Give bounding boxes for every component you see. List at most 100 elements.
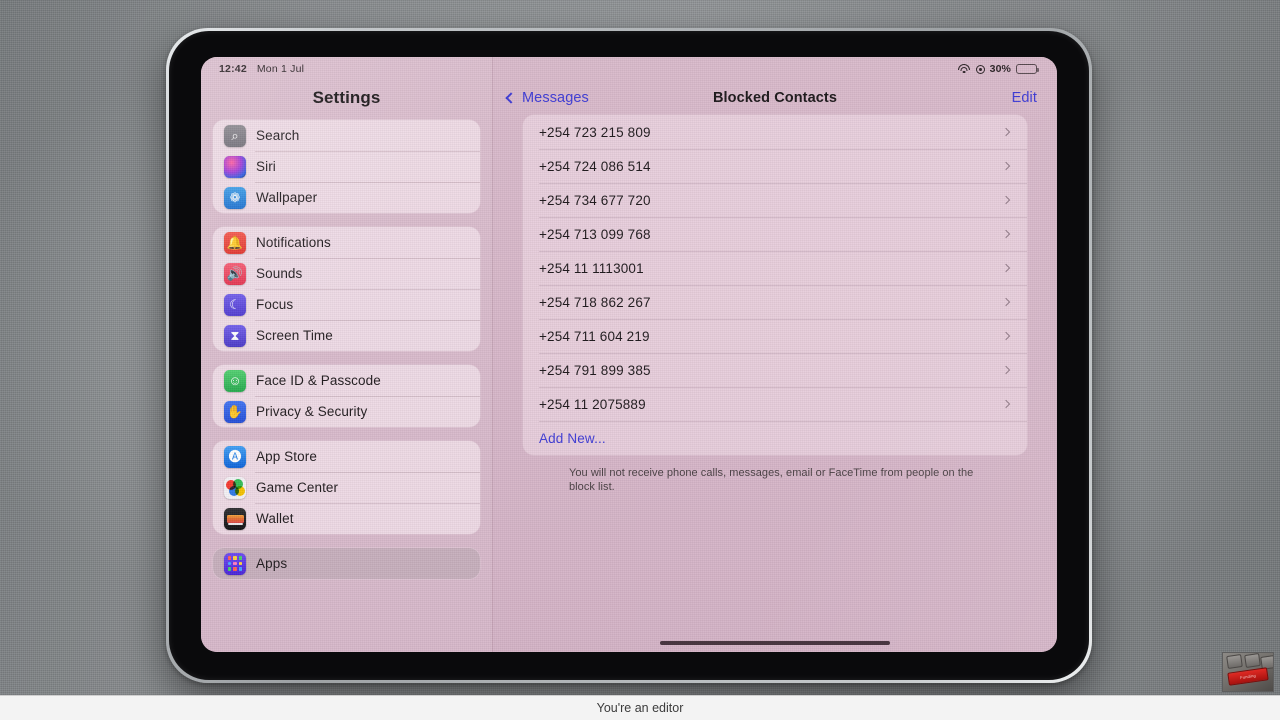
- blocked-contact-row[interactable]: +254 713 099 768: [523, 217, 1027, 251]
- red-key-shape: Funding: [1227, 667, 1269, 686]
- icon-glyph: ❁: [229, 190, 241, 205]
- wallpaper-icon: ❁: [224, 186, 246, 209]
- device-screen: 12:42 Mon 1 Jul Settings ⌕ Search Siri ❁ Wal…: [201, 57, 1057, 652]
- sidebar-item-label: Privacy & Security: [256, 404, 368, 419]
- status-bar-left: 12:42 Mon 1 Jul: [201, 57, 492, 81]
- chevron-right-icon: [1001, 297, 1011, 307]
- sidebar-group: Apps: [213, 548, 480, 579]
- sidebar-item-sounds[interactable]: 🔊 Sounds: [213, 258, 480, 289]
- chevron-right-icon: [1001, 399, 1011, 409]
- apps-grid-dots: [227, 556, 243, 571]
- sidebar-item-label: Focus: [256, 297, 294, 312]
- chevron-left-icon: [505, 92, 517, 104]
- add-new-label: Add New...: [539, 430, 606, 446]
- home-indicator[interactable]: [660, 641, 890, 645]
- sidebar-item-screen-time[interactable]: ⧗ Screen Time: [213, 320, 480, 351]
- chevron-right-icon: [1001, 263, 1011, 273]
- privacy-hand-icon: ✋: [224, 400, 246, 423]
- icon-glyph: ☾: [229, 297, 241, 312]
- sidebar-group: 🅐 App Store Game Center Wallet: [213, 441, 480, 534]
- device-bezel: 12:42 Mon 1 Jul Settings ⌕ Search Siri ❁ Wal…: [169, 31, 1089, 680]
- sidebar-item-search[interactable]: ⌕ Search: [213, 120, 480, 151]
- icon-glyph: 🅐: [228, 449, 242, 464]
- sidebar-item-label: Sounds: [256, 266, 303, 281]
- sounds-icon: 🔊: [224, 262, 246, 285]
- blocked-contact-row[interactable]: +254 11 1113001: [523, 251, 1027, 285]
- sidebar-item-apps[interactable]: Apps: [213, 548, 480, 579]
- back-button-messages[interactable]: Messages: [505, 90, 589, 106]
- game-center-icon: [224, 476, 246, 499]
- blocked-contact-number: +254 711 604 219: [539, 328, 650, 344]
- sidebar-item-notifications[interactable]: 🔔 Notifications: [213, 227, 480, 258]
- sidebar-group: 🔔 Notifications 🔊 Sounds ☾ Focus ⧗ Screen Time: [213, 227, 480, 351]
- wallet-card-line: [227, 522, 243, 525]
- icon-glyph: ☺: [228, 373, 242, 388]
- blocked-contact-number: +254 724 086 514: [539, 158, 651, 174]
- sidebar-item-app-store[interactable]: 🅐 App Store: [213, 441, 480, 472]
- icon-glyph: 🔔: [226, 235, 244, 250]
- apps-grid-icon: [224, 552, 246, 575]
- blocked-contact-row[interactable]: +254 791 899 385: [523, 353, 1027, 387]
- status-bar-right: 30%: [493, 57, 1057, 81]
- blocked-contact-number: +254 713 099 768: [539, 226, 651, 242]
- blocked-contact-number: +254 11 2075889: [539, 396, 646, 412]
- chevron-right-icon: [1001, 127, 1011, 137]
- blocked-contact-number: +254 723 215 809: [539, 124, 651, 140]
- icon-glyph: ✋: [226, 404, 244, 419]
- blocked-list-wrapper: +254 723 215 809 +254 724 086 514 +254 734…: [493, 115, 1057, 495]
- sidebar-group: ⌕ Search Siri ❁ Wallpaper: [213, 120, 480, 213]
- blocked-contact-row[interactable]: +254 723 215 809: [523, 115, 1027, 149]
- sidebar-item-label: Search: [256, 128, 300, 143]
- chevron-right-icon: [1001, 195, 1011, 205]
- ipad-device: 12:42 Mon 1 Jul Settings ⌕ Search Siri ❁ Wal…: [166, 28, 1092, 683]
- blocked-contact-row[interactable]: +254 734 677 720: [523, 183, 1027, 217]
- sidebar-item-label: Game Center: [256, 480, 339, 495]
- icon-glyph: ⌕: [231, 128, 239, 143]
- caption-text: You're an editor: [596, 701, 684, 715]
- icon-glyph: ⧗: [230, 328, 240, 343]
- blocked-contact-row[interactable]: +254 724 086 514: [523, 149, 1027, 183]
- sidebar-item-focus[interactable]: ☾ Focus: [213, 289, 480, 320]
- status-time: 12:42: [219, 63, 247, 75]
- page-title: Settings: [312, 88, 381, 107]
- sidebar-item-label: Apps: [256, 556, 288, 571]
- blocked-contact-row[interactable]: +254 711 604 219: [523, 319, 1027, 353]
- main-panel: 30% Messages Blocked Contacts Edit +254 …: [493, 57, 1057, 652]
- navigation-bar: Messages Blocked Contacts Edit: [493, 81, 1057, 115]
- edit-button[interactable]: Edit: [1012, 90, 1037, 106]
- back-button-label: Messages: [522, 90, 589, 106]
- red-key-label: Funding: [1239, 672, 1257, 681]
- sidebar-item-label: Wallet: [256, 511, 294, 526]
- caption-bar: You're an editor: [0, 695, 1280, 720]
- add-new-button[interactable]: Add New...: [523, 421, 1027, 455]
- blocked-contact-number: +254 734 677 720: [539, 192, 651, 208]
- sidebar-item-siri[interactable]: Siri: [213, 151, 480, 182]
- battery-percent-label: 30%: [989, 63, 1011, 75]
- blocked-contact-number: +254 791 899 385: [539, 362, 651, 378]
- sidebar-item-privacy-security[interactable]: ✋ Privacy & Security: [213, 396, 480, 427]
- icon-glyph: 🔊: [226, 266, 244, 281]
- sidebar-item-label: Wallpaper: [256, 190, 318, 205]
- sidebar-item-wallpaper[interactable]: ❁ Wallpaper: [213, 182, 480, 213]
- record-indicator-icon: [975, 64, 985, 74]
- focus-moon-icon: ☾: [224, 293, 246, 316]
- app-store-icon: 🅐: [224, 445, 246, 468]
- list-footer-note: You will not receive phone calls, messag…: [569, 467, 974, 494]
- blocked-contact-number: +254 11 1113001: [539, 260, 644, 276]
- battery-icon: [1016, 63, 1040, 75]
- chevron-right-icon: [1001, 229, 1011, 239]
- blocked-contact-row[interactable]: +254 718 862 267: [523, 285, 1027, 319]
- sidebar-groups: ⌕ Search Siri ❁ Wallpaper 🔔 Notifications 🔊 Soun…: [201, 120, 492, 579]
- settings-sidebar: 12:42 Mon 1 Jul Settings ⌕ Search Siri ❁ Wal…: [201, 57, 493, 652]
- screen-time-icon: ⧗: [224, 324, 246, 347]
- sidebar-item-label: App Store: [256, 449, 317, 464]
- sidebar-item-label: Siri: [256, 159, 276, 174]
- sidebar-group: ☺ Face ID & Passcode ✋ Privacy & Security: [213, 365, 480, 427]
- blocked-contact-row[interactable]: +254 11 2075889: [523, 387, 1027, 421]
- search-icon: ⌕: [224, 124, 246, 147]
- sidebar-item-face-id-passcode[interactable]: ☺ Face ID & Passcode: [213, 365, 480, 396]
- sidebar-item-label: Screen Time: [256, 328, 333, 343]
- sidebar-item-wallet[interactable]: Wallet: [213, 503, 480, 534]
- sidebar-item-game-center[interactable]: Game Center: [213, 472, 480, 503]
- blocked-contact-number: +254 718 862 267: [539, 294, 651, 310]
